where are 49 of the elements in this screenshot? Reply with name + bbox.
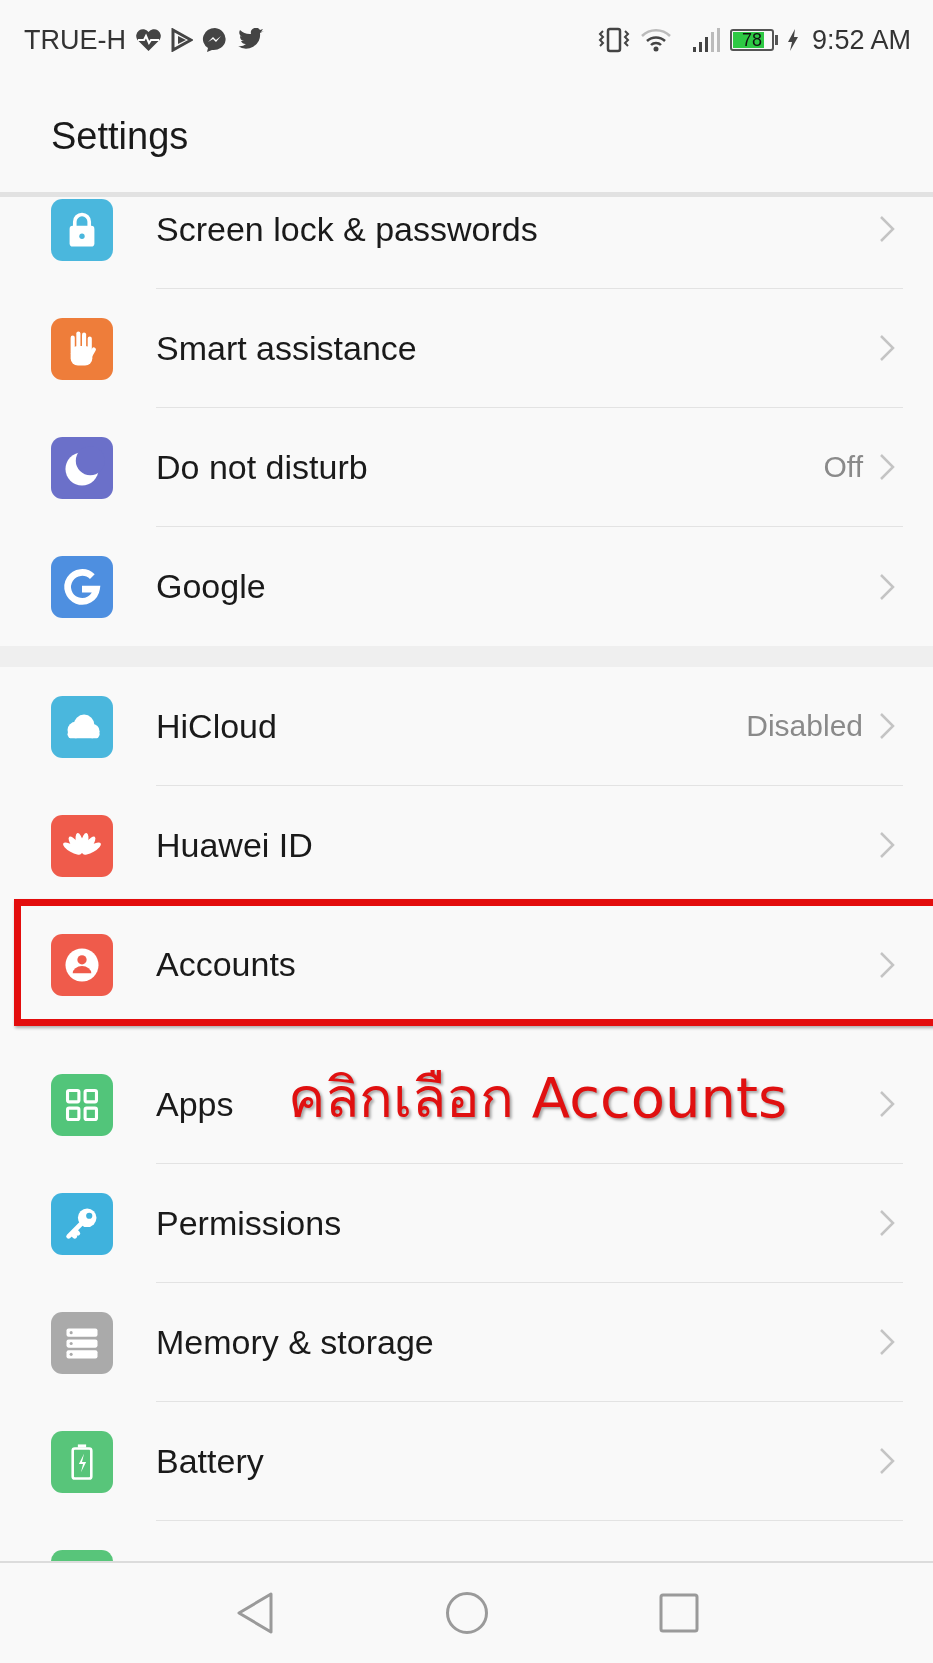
bird-icon xyxy=(237,28,265,52)
setting-label[interactable]: Permissions xyxy=(156,1203,342,1243)
storage-icon xyxy=(51,1311,113,1374)
heart-rate-icon xyxy=(135,28,162,52)
chevron-icon xyxy=(879,1328,895,1356)
chevron-icon xyxy=(879,572,895,601)
setting-label[interactable]: Do not disturb xyxy=(156,447,368,487)
home-icon[interactable] xyxy=(444,1591,489,1635)
setting-label[interactable]: Smart assistance xyxy=(156,328,417,368)
chevron-icon xyxy=(879,712,895,740)
chevron-icon xyxy=(879,1090,895,1118)
carrier-name: TRUE-H xyxy=(24,24,126,56)
petals-icon xyxy=(51,814,113,877)
play-icon xyxy=(171,28,193,52)
setting-label[interactable]: Battery xyxy=(156,1441,264,1481)
chat-bubble-icon xyxy=(202,27,228,53)
key-icon xyxy=(51,1192,113,1255)
annotation-text: คลิกเลือก Accounts xyxy=(288,1064,788,1132)
chevron-icon xyxy=(879,831,895,859)
chevron-icon xyxy=(879,950,895,979)
setting-value: Off xyxy=(823,450,863,484)
cloud-icon xyxy=(51,695,113,758)
setting-label[interactable]: HiCloud xyxy=(156,706,277,746)
lock-icon xyxy=(51,198,113,261)
moon-icon xyxy=(51,436,113,499)
signal-icon xyxy=(690,27,721,53)
setting-label[interactable]: Apps xyxy=(156,1084,234,1124)
recent-apps-icon[interactable] xyxy=(658,1593,699,1633)
setting-label[interactable]: Google xyxy=(156,567,266,606)
chevron-icon xyxy=(879,334,895,362)
person-icon xyxy=(51,933,113,996)
battery-icon xyxy=(51,1430,113,1493)
setting-value: Disabled xyxy=(746,709,863,743)
setting-label[interactable]: Memory & storage xyxy=(156,1322,434,1362)
hand-icon xyxy=(51,317,113,380)
grid-icon xyxy=(51,1073,113,1136)
setting-label[interactable]: Huawei ID xyxy=(156,825,313,865)
chevron-icon xyxy=(879,453,895,481)
g-icon xyxy=(51,555,113,618)
setting-label[interactable]: Screen lock & passwords xyxy=(156,209,538,249)
battery-indicator: 78 xyxy=(729,29,774,51)
chevron-icon xyxy=(879,215,895,243)
vibrate-icon xyxy=(596,27,631,53)
setting-label[interactable]: Accounts xyxy=(156,945,296,984)
wifi-icon xyxy=(639,27,672,53)
page-title: Settings xyxy=(51,114,189,158)
clock-time: 9:52 AM xyxy=(811,24,911,56)
chevron-icon xyxy=(879,1209,895,1237)
chevron-icon xyxy=(879,1447,895,1475)
